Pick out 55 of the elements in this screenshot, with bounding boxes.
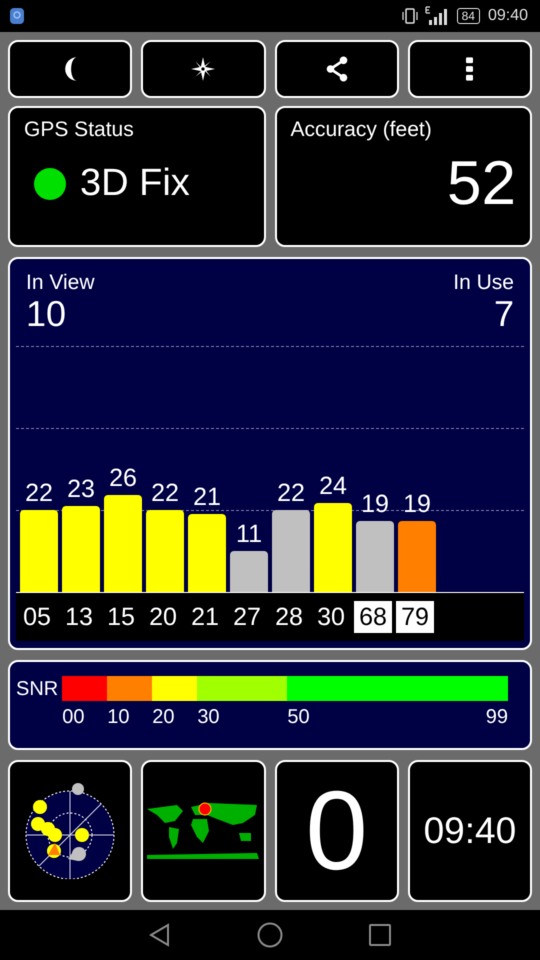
snr-value: 22 <box>25 479 53 508</box>
compass-button[interactable] <box>141 40 266 98</box>
satellite-id: 21 <box>190 602 220 633</box>
satellite-id: 13 <box>64 602 94 633</box>
snr-value: 26 <box>109 464 137 494</box>
share-icon <box>324 56 350 82</box>
satellite-id: 30 <box>316 602 346 633</box>
fix-status: 3D Fix <box>80 162 190 205</box>
back-icon[interactable] <box>148 923 172 947</box>
recents-icon[interactable] <box>368 923 392 947</box>
world-map-tile[interactable] <box>141 760 266 902</box>
battery-level: 84 <box>456 8 480 24</box>
home-icon[interactable] <box>257 922 283 948</box>
snr-value: 23 <box>67 475 95 504</box>
satellite-id: 20 <box>148 602 178 633</box>
snr-label: SNR <box>16 678 58 702</box>
scale-tick-label: 99 <box>486 706 508 729</box>
vibrate-icon <box>400 7 419 25</box>
moon-icon <box>64 56 77 82</box>
signal-icon <box>424 6 449 26</box>
scale-tick-label: 00 <box>62 706 84 729</box>
snr-value: 19 <box>361 490 389 520</box>
accuracy-value: 52 <box>447 148 516 219</box>
scale-tick-label: 20 <box>152 706 175 729</box>
snr-value: 19 <box>403 490 431 520</box>
satellite-id: 28 <box>274 602 304 633</box>
satellite-id: 05 <box>22 602 52 633</box>
scale-tick-label: 50 <box>287 706 310 729</box>
in-use-count: 7 <box>494 295 514 333</box>
snr-value: 11 <box>236 520 262 549</box>
location-icon <box>10 8 24 24</box>
in-view-label: In View <box>26 271 94 295</box>
scale-tick-label: 10 <box>107 706 130 729</box>
snr-value: 22 <box>151 479 179 508</box>
counter-value: 0 <box>305 775 368 887</box>
snr-value: 22 <box>277 479 305 508</box>
status-time: 09:40 <box>488 7 528 25</box>
share-button[interactable] <box>274 40 399 98</box>
sky-view-tile[interactable] <box>8 760 132 902</box>
panel-label: GPS Status <box>24 118 135 142</box>
more-options-icon <box>466 56 474 82</box>
panel-label: Accuracy (feet) <box>290 118 433 142</box>
satellite-id: 68 <box>354 601 392 633</box>
clock-time: 09:40 <box>424 810 516 852</box>
night-mode-button[interactable] <box>8 40 132 98</box>
satellite-id: 27 <box>232 602 262 633</box>
in-use-label: In Use <box>453 271 514 295</box>
satellite-id: 79 <box>396 601 434 633</box>
menu-button[interactable] <box>408 40 532 98</box>
in-view-count: 10 <box>26 295 68 333</box>
snr-value: 24 <box>319 472 347 501</box>
satellite-id: 15 <box>106 602 136 633</box>
scale-tick-label: 30 <box>197 706 220 729</box>
snr-value: 21 <box>193 482 221 512</box>
compass-star-icon <box>190 56 216 82</box>
